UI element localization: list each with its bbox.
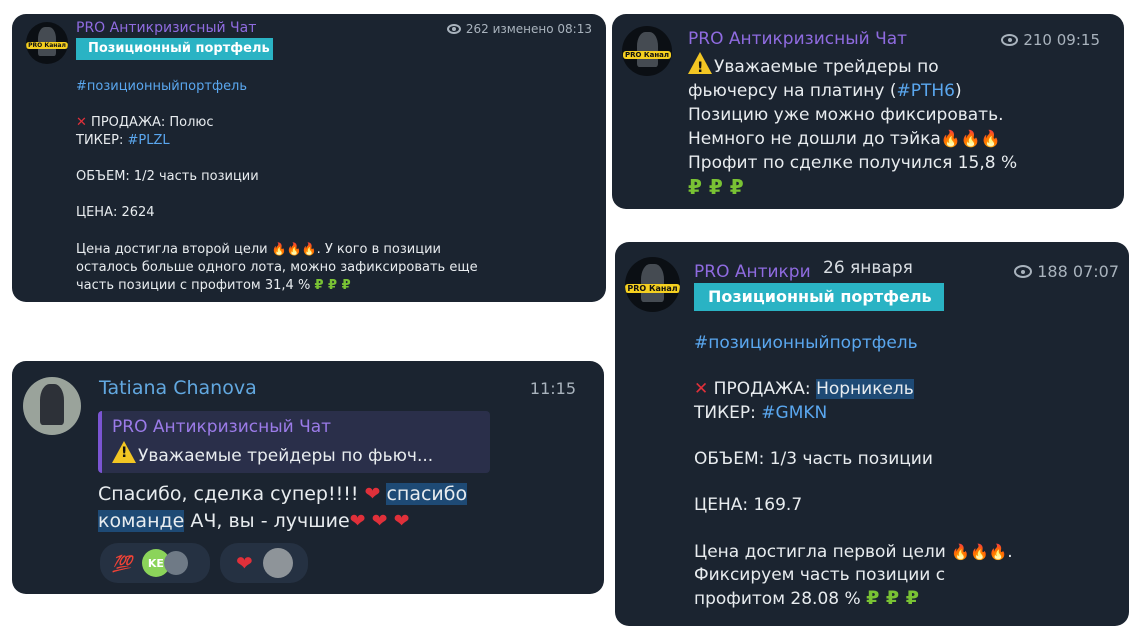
warning-icon: [688, 52, 712, 80]
sender-name[interactable]: PRO Антикри: [694, 262, 811, 282]
quote-sender: PRO Антикризисный Чат: [112, 417, 332, 437]
message-meta: 262 изменено 08:13: [446, 22, 592, 36]
message-card-platinum: PRO Канал PRO Антикризисный Чат 210 09:1…: [612, 14, 1124, 209]
profit-line: профитом 28.08 %: [694, 589, 861, 610]
portfolio-tag-bar: Позиционный портфель: [694, 283, 944, 311]
profit-line: Профит по сделке получился 15,8 %: [688, 153, 1018, 173]
sender-name[interactable]: Tatiana Chanova: [99, 377, 257, 399]
message-card-polyus: PRO Канал PRO Антикризисный Чат 262 изме…: [12, 14, 606, 302]
fix-line: Позицию уже можно фиксировать.: [688, 105, 1004, 125]
views-count: 262: [465, 22, 489, 36]
heart-icon: ❤: [236, 551, 253, 575]
reactor-avatar-2: [163, 551, 188, 575]
avatar-badge: PRO Канал: [625, 283, 680, 293]
quote-text: Уважаемые трейдеры по фьюч...: [138, 446, 434, 466]
highlight-thanks: спасибо: [386, 483, 468, 505]
volume-line: ОБЪЕМ: 1/3 часть позиции: [694, 449, 933, 470]
message-body: #позиционныйпортфель ✕ ПРОДАЖА: Полюс ТИ…: [76, 78, 478, 293]
profit-line: часть позиции с профитом 31,4 %: [76, 278, 311, 293]
sender-name[interactable]: PRO Антикризисный Чат: [688, 29, 907, 49]
ticker-link[interactable]: #PTH6: [896, 81, 954, 101]
sale-line: ПРОДАЖА:: [713, 379, 817, 400]
ticker-label: ТИКЕР:: [694, 402, 762, 423]
views-icon: [446, 24, 461, 34]
message-time: 11:15: [529, 379, 576, 398]
avatar-badge: PRO Канал: [26, 42, 68, 50]
volume-line: ОБЪЕМ: 1/2 часть позиции: [76, 169, 259, 184]
warning-icon: [112, 441, 136, 463]
fire-icon: 🔥🔥🔥: [940, 129, 1001, 148]
fix-line: Фиксируем часть позиции с: [694, 565, 946, 586]
message-card-reply: Tatiana Chanova 11:15 PRO Антикризисный …: [12, 361, 604, 594]
price-line: ЦЕНА: 2624: [76, 205, 155, 220]
views-icon: [1014, 265, 1033, 278]
sender-name[interactable]: PRO Антикризисный Чат: [76, 20, 256, 36]
greeting-line: Уважаемые трейдеры по: [714, 57, 939, 77]
hearts-icon: ❤ ❤ ❤: [349, 510, 410, 532]
target-line: Цена достигла первой цели: [694, 541, 946, 562]
target-line: Цена достигла второй цели: [76, 242, 268, 257]
channel-avatar[interactable]: PRO Канал: [625, 257, 680, 312]
money-icon: ₽ ₽ ₽: [314, 278, 351, 293]
user-avatar[interactable]: [23, 377, 81, 435]
message-body: Уважаемые трейдеры по фьючерсу на платин…: [688, 52, 1017, 201]
date-label: 26 января: [819, 258, 917, 278]
fire-icon: 🔥🔥🔥: [951, 542, 1008, 561]
message-time: 07:07: [1072, 262, 1119, 281]
avatar-badge: PRO Канал: [622, 50, 672, 59]
message-time: 09:15: [1056, 31, 1100, 49]
views-count: 188: [1037, 262, 1068, 281]
money-icon: ₽ ₽ ₽: [866, 587, 919, 610]
ticker-link[interactable]: #GMKN: [761, 403, 827, 423]
edited-time: изменено 08:13: [492, 22, 592, 36]
thanks-line: Спасибо, сделка супер!!!!: [98, 483, 365, 505]
views-icon: [1001, 34, 1019, 46]
message-meta: 188 07:07: [1014, 262, 1119, 281]
hashtag-link[interactable]: #позиционныйпортфель: [694, 332, 1013, 355]
best-line: АЧ, вы - лучшие: [184, 510, 350, 532]
sale-line: ПРОДАЖА: Полюс: [91, 115, 214, 130]
highlight-team: команде: [98, 510, 185, 532]
hundred-icon: 💯: [112, 553, 132, 573]
views-count: 210: [1023, 31, 1052, 49]
highlight-company: Норникель: [816, 379, 914, 400]
hashtag-link[interactable]: #позиционныйпортфель: [76, 78, 478, 96]
message-meta: 210 09:15: [1001, 31, 1100, 49]
price-line: ЦЕНА: 169.7: [694, 495, 803, 516]
message-card-nornickel: PRO Канал PRO Антикри 26 января 188 07:0…: [615, 242, 1129, 626]
channel-avatar[interactable]: PRO Канал: [26, 22, 68, 64]
channel-avatar[interactable]: PRO Канал: [622, 26, 672, 76]
message-body: Спасибо, сделка супер!!!! ❤ спасибо кома…: [98, 481, 468, 535]
ticker-link[interactable]: #PLZL: [127, 133, 169, 148]
reaction-heart[interactable]: ❤: [220, 543, 308, 583]
money-icon: ₽ ₽ ₽: [688, 175, 744, 199]
portfolio-tag-bar: Позиционный портфель: [76, 38, 273, 60]
reactor-avatar: [262, 548, 293, 578]
lot-line: осталось больше одного лота, можно зафик…: [76, 260, 478, 275]
reaction-hundred[interactable]: 💯 KE: [100, 543, 210, 583]
ticker-label: ТИКЕР:: [76, 133, 128, 148]
reply-quote[interactable]: PRO Антикризисный Чат Уважаемые трейдеры…: [98, 411, 490, 473]
take-line: Немного не дошли до тэйка: [688, 129, 941, 149]
cross-mark-icon: ✕: [76, 115, 87, 130]
cross-mark-icon: ✕: [694, 379, 709, 400]
fire-icon: 🔥🔥🔥: [271, 242, 317, 256]
heart-icon: ❤: [364, 483, 381, 505]
message-body: #позиционныйпортфель ✕ ПРОДАЖА: Норникел…: [694, 332, 1013, 610]
